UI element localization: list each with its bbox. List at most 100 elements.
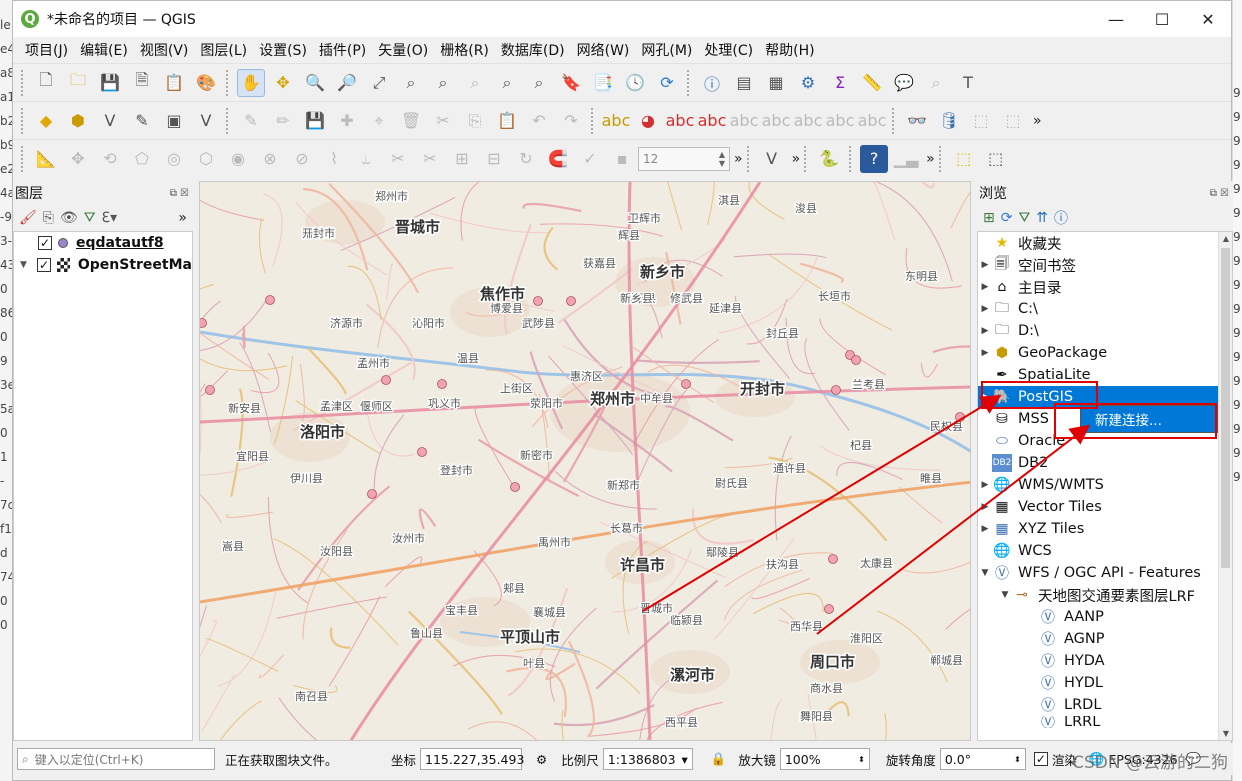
spin-arrows-icon[interactable]: ⬍ xyxy=(858,755,865,764)
toolbar-grip[interactable] xyxy=(226,69,231,96)
panel-float-close-icon[interactable]: ⧉ ☒ xyxy=(170,188,193,199)
toolbar-grip[interactable] xyxy=(21,107,26,134)
collapse-arrow-icon[interactable]: ▼ xyxy=(20,260,29,270)
expand-arrow-icon[interactable]: ▶ xyxy=(978,502,992,512)
minimize-button[interactable]: — xyxy=(1093,1,1139,37)
toolbar-grip[interactable] xyxy=(746,145,752,172)
manage-map-themes-icon[interactable]: 👁 xyxy=(60,210,78,226)
menu-help[interactable]: 帮助(H) xyxy=(759,40,820,60)
properties-info-icon[interactable]: ⓘ xyxy=(1054,208,1068,228)
toggle-label-display-icon[interactable]: abc xyxy=(698,107,727,135)
close-button[interactable]: ✕ xyxy=(1185,1,1231,37)
layout-manager-icon[interactable]: 📋 xyxy=(160,69,188,97)
db-manager-icon[interactable]: 🛢 xyxy=(935,107,963,135)
open-layer-styling-icon[interactable]: 🖌 xyxy=(19,210,37,226)
new-geopackage-layer-icon[interactable]: ⬢ xyxy=(64,107,92,135)
panel-float-close-icon[interactable]: ⧉ ☒ xyxy=(1210,188,1233,199)
change-label-icon[interactable]: abc xyxy=(858,107,887,135)
search-tool-icon[interactable]: ⌕ xyxy=(922,69,950,97)
maximize-button[interactable]: ☐ xyxy=(1139,1,1185,37)
magnifier-spinbox[interactable]: 100% ⬍ xyxy=(779,748,870,770)
zoom-in-icon[interactable]: 🔍 xyxy=(301,69,329,97)
spin-arrows-icon[interactable]: ▲ ▼ xyxy=(715,150,729,168)
tree-item-vector-tiles[interactable]: ▶ ▦ Vector Tiles xyxy=(978,496,1232,518)
menu-web[interactable]: 网络(W) xyxy=(571,40,636,60)
tree-item-wfs[interactable]: ▼ Ⓥ WFS / OGC API - Features xyxy=(978,562,1232,584)
tree-item-lrrl[interactable]: Ⓥ LRRL xyxy=(978,716,1232,728)
rotate-point-symbols-icon[interactable]: ↻ xyxy=(512,145,540,173)
add-group-icon[interactable]: ⎘ xyxy=(43,210,54,226)
menu-settings[interactable]: 设置(S) xyxy=(253,40,313,60)
select-by-click-icon[interactable]: ⬚ xyxy=(950,145,978,173)
zoom-to-selection-icon[interactable]: ⌕ xyxy=(397,69,425,97)
tree-item-aanp[interactable]: Ⓥ AANP xyxy=(978,606,1232,628)
copy-features-icon[interactable]: ⎘ xyxy=(461,107,489,135)
processing-toolbox-icon[interactable]: ⚙ xyxy=(794,69,822,97)
menu-processing[interactable]: 处理(C) xyxy=(698,40,759,60)
style-manager-icon[interactable]: 🎨 xyxy=(192,69,220,97)
redo-icon[interactable]: ↷ xyxy=(557,107,585,135)
simplify-feature-icon[interactable]: ⬠ xyxy=(128,145,156,173)
tree-item-tianditu[interactable]: ▼ ⊸ 天地图交通要素图层LRF xyxy=(978,584,1232,606)
rotate-feature-icon[interactable]: ⟲ xyxy=(96,145,124,173)
layer-visibility-checkbox[interactable]: ✓ xyxy=(37,258,51,272)
tree-item-spatial-bookmarks[interactable]: ▶ 🗐 空间书签 xyxy=(978,254,1232,276)
layers-toolbar-overflow[interactable]: » xyxy=(178,210,193,226)
collapse-all-icon[interactable]: ⇈ xyxy=(1036,210,1048,226)
python-console-icon[interactable]: 🐍 xyxy=(815,145,843,173)
layer-visibility-checkbox[interactable]: ✓ xyxy=(38,236,52,250)
new-bookmark-icon[interactable]: 🔖 xyxy=(557,69,585,97)
toolbar-grip[interactable] xyxy=(591,107,596,134)
snapping-tolerance-icon[interactable]: ▪ xyxy=(608,145,636,173)
reshape-features-icon[interactable]: ⌇ xyxy=(320,145,348,173)
zoom-next-icon[interactable]: ⌕ xyxy=(525,69,553,97)
filter-by-expression-icon[interactable]: ℇ▾ xyxy=(102,210,118,226)
browser-scrollbar[interactable]: ▲ ▼ xyxy=(1218,232,1232,740)
new-print-layout-icon[interactable]: 🗎 xyxy=(128,69,156,97)
toolbar-overflow-button[interactable]: » xyxy=(734,151,743,167)
data-source-manager-icon[interactable]: ◆ xyxy=(32,107,60,135)
paste-features-icon[interactable]: 📋 xyxy=(493,107,521,135)
move-feature-icon[interactable]: ✥ xyxy=(64,145,92,173)
show-bookmarks-icon[interactable]: 📑 xyxy=(589,69,617,97)
histogram-icon[interactable]: ▁▃ xyxy=(892,145,920,173)
vertex-editor-icon[interactable]: V xyxy=(758,145,786,173)
filter-legend-icon[interactable]: ⛛ xyxy=(84,210,96,226)
refresh-icon[interactable]: ⟳ xyxy=(1001,210,1013,226)
open-attribute-table-icon[interactable]: ▤ xyxy=(730,69,758,97)
add-part-icon[interactable]: ⬡ xyxy=(192,145,220,173)
tree-item-wcs[interactable]: 🌐 WCS xyxy=(978,540,1232,562)
new-temporary-layer-icon[interactable]: ▣ xyxy=(160,107,188,135)
new-project-icon[interactable]: 🗋 xyxy=(32,69,60,97)
collapse-arrow-icon[interactable]: ▼ xyxy=(998,590,1012,600)
tree-item-home[interactable]: ▶ ⌂ 主目录 xyxy=(978,276,1232,298)
layer-item[interactable]: ✓ eqdatautf8 xyxy=(14,232,192,254)
expand-arrow-icon[interactable]: ▶ xyxy=(978,326,992,336)
new-virtual-layer-icon[interactable]: V xyxy=(192,107,220,135)
expand-arrow-icon[interactable]: ▶ xyxy=(978,524,992,534)
identify-features-icon[interactable]: ⓘ xyxy=(698,69,726,97)
tree-item-drive-c[interactable]: ▶ 🗀 C:\ xyxy=(978,298,1232,320)
toggle-extents-icon[interactable]: ⚙ xyxy=(536,752,547,767)
expand-arrow-icon[interactable]: ▶ xyxy=(978,304,992,314)
deselect-features-icon[interactable]: ⬚ xyxy=(999,107,1027,135)
snapping-magnet-icon[interactable]: 🧲 xyxy=(544,145,572,173)
pan-to-selection-icon[interactable]: ✥ xyxy=(269,69,297,97)
menu-edit[interactable]: 编辑(E) xyxy=(74,40,134,60)
open-project-icon[interactable]: 🗀 xyxy=(64,69,92,97)
tree-item-favorites[interactable]: ★ 收藏夹 xyxy=(978,232,1232,254)
move-label-icon[interactable]: abc xyxy=(794,107,823,135)
toggle-editing-icon[interactable]: ✏ xyxy=(269,107,297,135)
current-edits-icon[interactable]: ✎ xyxy=(237,107,265,135)
show-hide-labels-icon[interactable]: abc xyxy=(762,107,791,135)
lock-scale-icon[interactable]: 🔒 xyxy=(711,751,727,767)
toolbar-grip[interactable] xyxy=(849,145,854,172)
split-parts-icon[interactable]: ✂ xyxy=(416,145,444,173)
menu-view[interactable]: 视图(V) xyxy=(134,40,195,60)
fill-ring-icon[interactable]: ◉ xyxy=(224,145,252,173)
toolbar-overflow-button[interactable]: » xyxy=(792,151,801,167)
undo-icon[interactable]: ↶ xyxy=(525,107,553,135)
snapping-type-icon[interactable]: ✓ xyxy=(576,145,604,173)
toolbar-grip[interactable] xyxy=(21,69,26,96)
toolbar-grip[interactable] xyxy=(892,107,897,134)
